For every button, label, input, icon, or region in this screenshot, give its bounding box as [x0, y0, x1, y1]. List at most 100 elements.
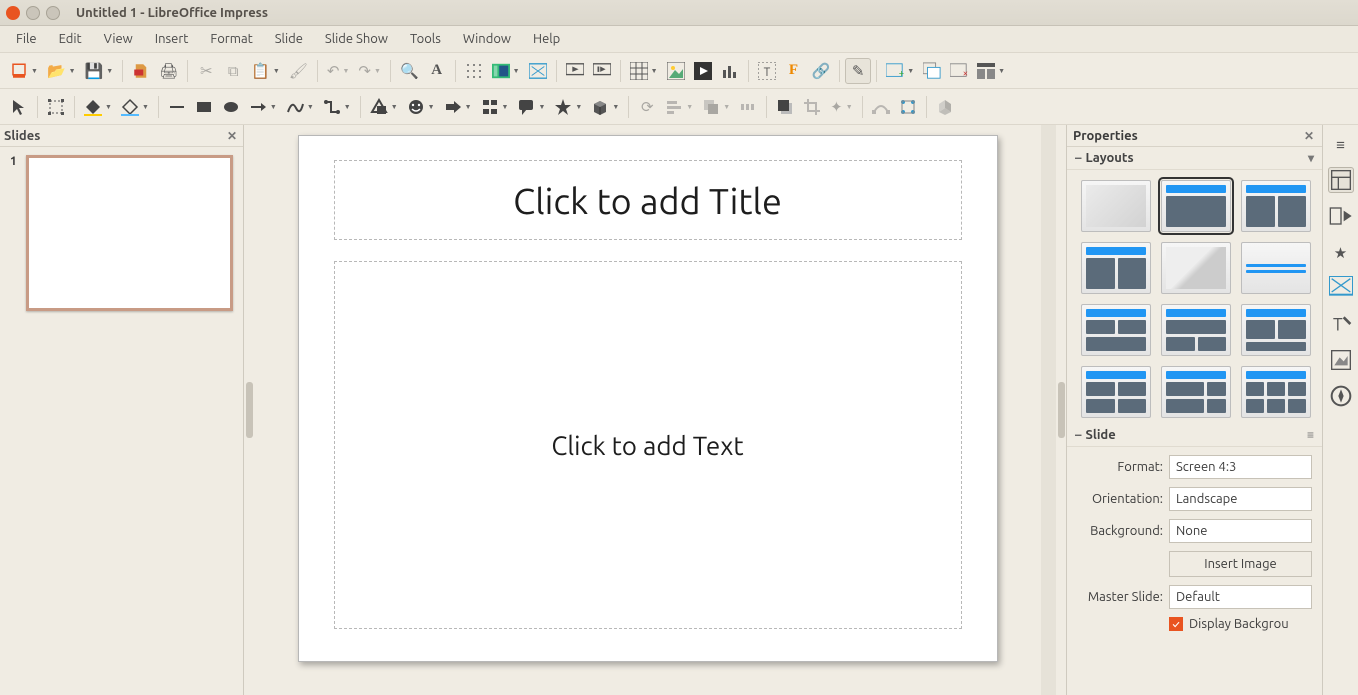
sidebar-settings-icon[interactable]: ≡ — [1328, 131, 1354, 157]
slide-thumb-1[interactable]: 1 — [10, 155, 233, 311]
open-button[interactable]: 📂▼ — [43, 58, 80, 84]
start-current-button[interactable] — [589, 58, 615, 84]
slide-canvas[interactable]: Click to add Title Click to add Text — [298, 135, 998, 662]
display-background-checkbox[interactable]: ✓ Display Backgrou — [1169, 617, 1312, 631]
menu-window[interactable]: Window — [453, 28, 521, 50]
line-tool[interactable] — [164, 94, 190, 120]
sidebar-gallery-tab[interactable] — [1328, 347, 1354, 373]
layouts-section-header[interactable]: –Layouts ▾ — [1067, 147, 1322, 170]
layout-title-content[interactable] — [1161, 180, 1231, 232]
fill-color-button[interactable]: ▼ — [80, 94, 116, 120]
window-maximize-button[interactable] — [46, 6, 60, 20]
layout-grid-6[interactable] — [1241, 366, 1311, 418]
shadow-button[interactable] — [772, 94, 798, 120]
zoom-pan-button[interactable] — [43, 94, 69, 120]
spellcheck-button[interactable]: A — [424, 58, 450, 84]
slide-thumbnail[interactable] — [26, 155, 233, 311]
menu-file[interactable]: File — [6, 28, 47, 50]
rectangle-tool[interactable] — [191, 94, 217, 120]
new-button[interactable]: ▼ — [6, 58, 42, 84]
symbol-shapes-button[interactable]: ▼ — [403, 94, 439, 120]
title-placeholder[interactable]: Click to add Title — [334, 160, 962, 240]
crop-button[interactable] — [799, 94, 825, 120]
undo-button[interactable]: ↶▼ — [323, 58, 354, 84]
callout-button[interactable]: ▼ — [513, 94, 549, 120]
layout-grid-3c[interactable] — [1241, 304, 1311, 356]
export-pdf-button[interactable] — [128, 58, 154, 84]
layout-grid-4a[interactable] — [1081, 366, 1151, 418]
sidebar-properties-tab[interactable] — [1328, 167, 1354, 193]
highlight-color-button[interactable]: ▼ — [117, 94, 153, 120]
glue-button[interactable] — [895, 94, 921, 120]
3d-button[interactable]: ▼ — [587, 94, 623, 120]
display-views-button[interactable]: ▼ — [488, 58, 524, 84]
hyperlink-button[interactable]: 🔗 — [808, 58, 835, 84]
sidebar-styles-tab[interactable]: T — [1328, 311, 1354, 337]
slide-section-header[interactable]: –Slide ≡ — [1067, 424, 1322, 447]
layout-centered[interactable] — [1161, 242, 1231, 294]
insert-image-button-panel[interactable]: Insert Image — [1169, 551, 1312, 577]
align-button[interactable]: ▼ — [661, 94, 697, 120]
find-button[interactable]: 🔍 — [396, 58, 423, 84]
delete-slide-button[interactable]: × — [946, 58, 972, 84]
sidebar-transitions-tab[interactable] — [1328, 203, 1354, 229]
sidebar-navigator-tab[interactable] — [1328, 383, 1354, 409]
menu-help[interactable]: Help — [523, 28, 570, 50]
menu-format[interactable]: Format — [200, 28, 262, 50]
layout-title-only[interactable] — [1081, 242, 1151, 294]
insert-av-button[interactable] — [690, 58, 716, 84]
layout-grid-3b[interactable] — [1161, 304, 1231, 356]
menu-insert[interactable]: Insert — [145, 28, 199, 50]
more-options-icon[interactable]: ▾ — [1308, 151, 1314, 165]
layout-blank[interactable] — [1081, 180, 1151, 232]
orientation-dropdown[interactable]: Landscape — [1169, 487, 1312, 511]
left-splitter[interactable] — [244, 125, 254, 695]
text-box-button[interactable]: T — [754, 58, 780, 84]
ellipse-tool[interactable] — [218, 94, 244, 120]
right-splitter[interactable] — [1056, 125, 1066, 695]
rotate-button[interactable]: ⟳ — [634, 94, 660, 120]
select-tool[interactable] — [6, 94, 32, 120]
show-draw-button[interactable]: ✎ — [845, 58, 871, 84]
slide-more-icon[interactable]: ≡ — [1307, 428, 1314, 442]
arrange-button[interactable]: ▼ — [698, 94, 734, 120]
paste-button[interactable]: 📋▼ — [247, 58, 284, 84]
curve-tool[interactable]: ▼ — [282, 94, 318, 120]
distribute-button[interactable] — [735, 94, 761, 120]
arrow-tool[interactable]: ▼ — [245, 94, 281, 120]
menu-slideshow[interactable]: Slide Show — [315, 28, 398, 50]
format-dropdown[interactable]: Screen 4:3 — [1169, 455, 1312, 479]
layout-grid-3[interactable] — [1081, 304, 1151, 356]
content-placeholder[interactable]: Click to add Text — [334, 261, 962, 629]
basic-shapes-button[interactable]: ▼ — [366, 94, 402, 120]
redo-button[interactable]: ↷▼ — [354, 58, 385, 84]
menu-slide[interactable]: Slide — [265, 28, 313, 50]
background-dropdown[interactable]: None — [1169, 519, 1312, 543]
flowchart-button[interactable]: ▼ — [477, 94, 513, 120]
slides-panel-close-icon[interactable]: ✕ — [227, 129, 237, 143]
insert-chart-button[interactable] — [717, 58, 743, 84]
grid-button[interactable] — [461, 58, 487, 84]
slide-layout-button[interactable]: ▼ — [973, 58, 1009, 84]
insert-image-button[interactable] — [663, 58, 689, 84]
points-button[interactable] — [868, 94, 894, 120]
master-slide-button[interactable] — [525, 58, 551, 84]
clone-format-button[interactable]: 🖌 — [285, 58, 312, 84]
layout-title-two-content[interactable] — [1241, 180, 1311, 232]
window-close-button[interactable] — [6, 6, 20, 20]
connector-tool[interactable]: ▼ — [319, 94, 355, 120]
sidebar-master-tab[interactable] — [1328, 275, 1354, 301]
menu-edit[interactable]: Edit — [49, 28, 92, 50]
stars-button[interactable]: ▼ — [550, 94, 586, 120]
vertical-scrollbar[interactable] — [1041, 125, 1056, 695]
block-arrows-button[interactable]: ▼ — [440, 94, 476, 120]
start-first-button[interactable] — [562, 58, 588, 84]
properties-close-icon[interactable]: ✕ — [1304, 129, 1314, 143]
print-button[interactable]: 🖨 — [155, 58, 182, 84]
menu-tools[interactable]: Tools — [400, 28, 451, 50]
master-dropdown[interactable]: Default — [1169, 585, 1312, 609]
sidebar-animation-tab[interactable]: ★ — [1328, 239, 1354, 265]
copy-button[interactable]: ⧉ — [220, 58, 246, 84]
fontwork-button[interactable]: F — [781, 58, 807, 84]
layout-two-lines[interactable] — [1241, 242, 1311, 294]
